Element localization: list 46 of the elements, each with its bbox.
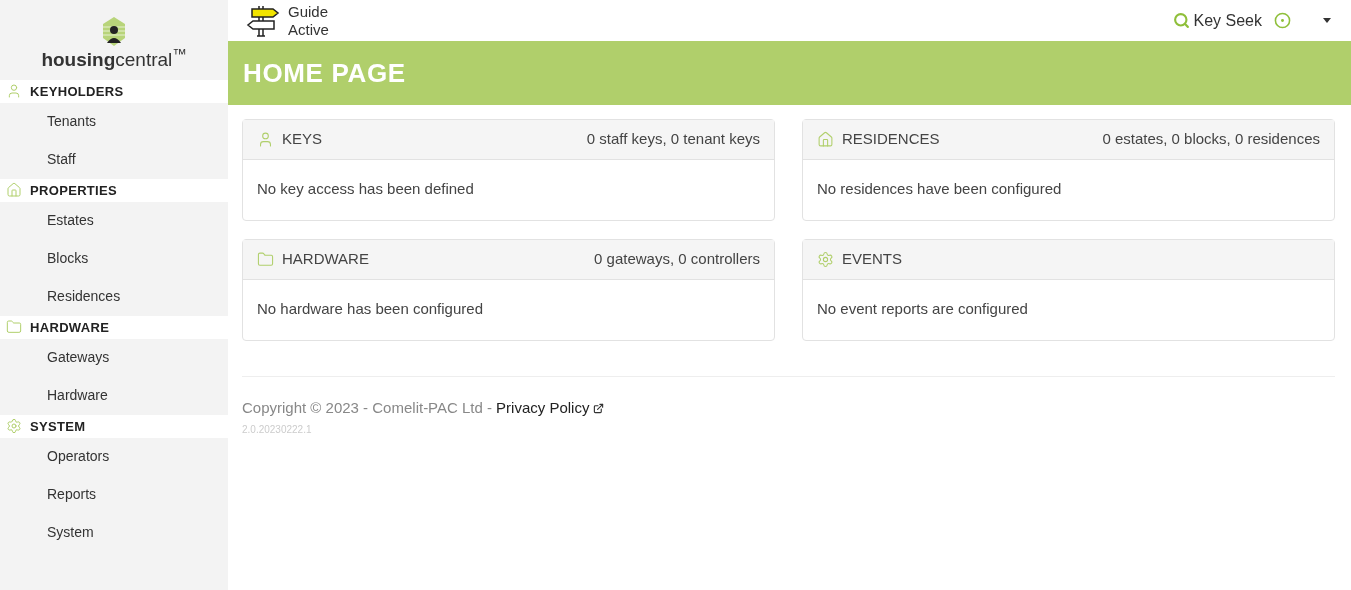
sidebar-item[interactable]: Residences [0,277,228,316]
user-menu-button[interactable]: Key Seek [1172,8,1291,33]
brand-logo: housingcentral$^{™}$ [41,48,187,72]
person-icon [6,83,22,100]
sidebar-item[interactable]: System [0,513,228,552]
sidebar-item[interactable]: Tenants [0,102,228,141]
logo-icon [101,16,127,48]
sidebar-item[interactable]: Hardware [0,376,228,415]
card-summary: 0 gateways, 0 controllers [594,249,760,270]
sidebar-item[interactable]: Estates [0,201,228,240]
card-title: KEYS [282,129,323,150]
card-message: No residences have been configured [817,179,1062,199]
sidebar-item[interactable]: Staff [0,140,228,179]
copyright-text: Copyright © 2023 - Comelit-PAC Ltd - [242,398,493,418]
card-title: HARDWARE [282,249,369,270]
card-title: EVENTS [842,249,902,270]
card-message: No hardware has been configured [257,299,483,319]
card-summary: 0 staff keys, 0 tenant keys [586,129,760,150]
guide-status: Active [288,20,329,39]
target-icon [1274,12,1291,29]
card-message: No key access has been defined [257,179,474,199]
sidebar-section-title: SYSTEM [30,417,86,436]
search-icon [1172,12,1190,29]
sidebar-item[interactable]: Blocks [0,239,228,278]
page-title: HOME PAGE [243,56,406,90]
external-link-icon [593,402,605,414]
signpost-icon [246,3,280,38]
house-icon [6,182,22,199]
sidebar-section-title: HARDWARE [30,318,110,337]
folder-icon [6,319,22,336]
privacy-policy-link[interactable]: Privacy Policy [496,397,590,420]
card-message: No event reports are configured [817,299,1028,319]
sidebar-section-title: KEYHOLDERS [30,82,124,101]
sidebar-item[interactable]: Gateways [0,338,228,377]
card-title: RESIDENCES [842,129,940,150]
caret-icon[interactable] [1323,18,1331,23]
folder-icon [257,251,274,268]
gear-icon [6,418,22,435]
house-icon [817,131,834,148]
sidebar-item[interactable]: Reports [0,475,228,514]
sidebar-item[interactable]: Operators [0,437,228,476]
sidebar-section-title: PROPERTIES [30,181,118,200]
guide-label: Guide [288,2,329,21]
gear-icon [817,251,834,268]
person-icon [257,131,274,148]
card-summary: 0 estates, 0 blocks, 0 residences [1102,129,1320,150]
